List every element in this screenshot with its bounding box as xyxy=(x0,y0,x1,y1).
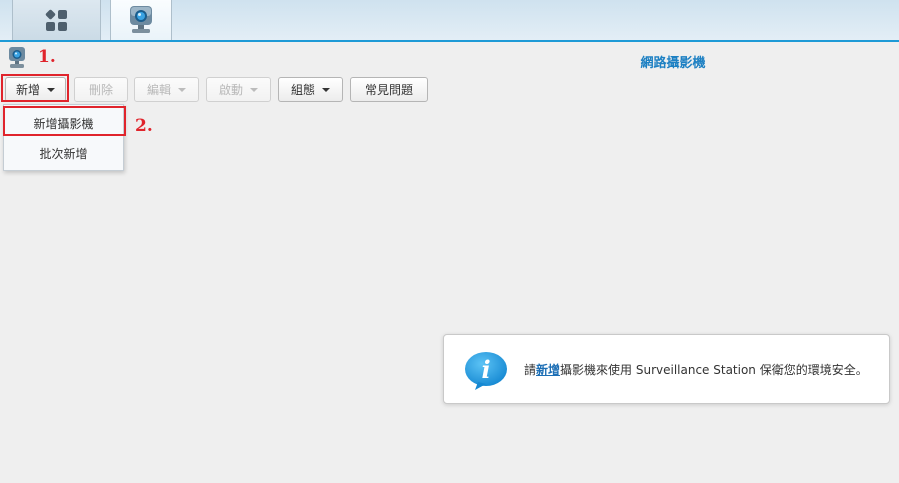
camera-icon xyxy=(130,6,152,33)
chevron-down-icon xyxy=(178,87,186,92)
page-title: 網路攝影機 xyxy=(640,56,706,71)
chevron-down-icon xyxy=(250,87,258,92)
config-button-label: 組態 xyxy=(290,83,315,97)
step-marker-2: 2. xyxy=(135,116,153,136)
app-camera-icon xyxy=(9,47,25,68)
edit-button-label: 編輯 xyxy=(146,83,171,97)
tab-main-menu[interactable] xyxy=(12,0,101,40)
delete-button[interactable]: 刪除 xyxy=(74,77,128,102)
apps-grid-icon xyxy=(45,8,67,31)
svg-text:i: i xyxy=(481,355,490,384)
faq-button-label: 常見問題 xyxy=(364,83,413,97)
top-tab-bar xyxy=(0,0,899,42)
highlight-add-camera xyxy=(3,106,126,136)
edit-button[interactable]: 編輯 xyxy=(134,77,199,102)
config-button[interactable]: 組態 xyxy=(278,77,343,102)
faq-button[interactable]: 常見問題 xyxy=(350,77,428,102)
chevron-down-icon xyxy=(322,87,330,92)
info-prefix: 請 xyxy=(524,363,537,377)
info-message-box: i 請新增攝影機來使用 Surveillance Station 保衛您的環境安… xyxy=(443,334,890,404)
info-add-link[interactable]: 新增 xyxy=(536,363,560,377)
info-message: 請新增攝影機來使用 Surveillance Station 保衛您的環境安全。 xyxy=(524,361,868,378)
info-suffix: 攝影機來使用 Surveillance Station 保衛您的環境安全。 xyxy=(560,363,868,377)
tab-ip-camera[interactable] xyxy=(110,0,172,40)
menu-item-batch-add[interactable]: 批次新增 xyxy=(4,138,123,168)
delete-button-label: 刪除 xyxy=(88,83,113,97)
enable-button-label: 啟動 xyxy=(218,83,243,97)
info-icon: i xyxy=(465,352,507,390)
highlight-add-button xyxy=(1,74,69,102)
step-marker-1: 1. xyxy=(38,47,56,67)
enable-button[interactable]: 啟動 xyxy=(206,77,271,102)
